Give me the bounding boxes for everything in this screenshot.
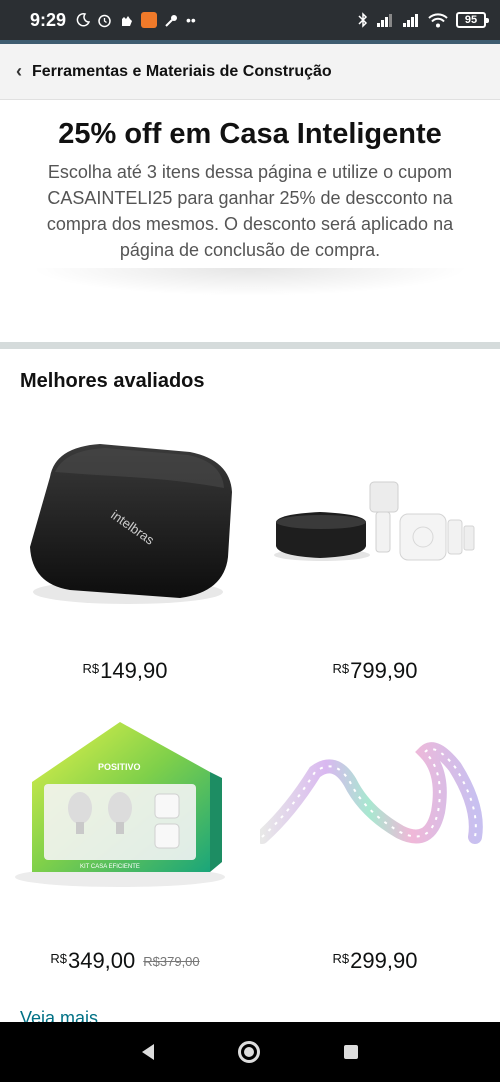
nav-home-icon[interactable]	[238, 1041, 260, 1063]
promo-title: 25% off em Casa Inteligente	[58, 118, 442, 150]
product-image[interactable]: POSITIVO KIT CASA EFICIENTE	[10, 712, 240, 922]
price-currency: R$	[332, 661, 350, 676]
promo-text: Escolha até 3 itens dessa página e utili…	[46, 162, 454, 260]
price-value: 799,90	[350, 658, 418, 683]
product-card[interactable]: POSITIVO KIT CASA EFICIENTE R$ 349,00 R$…	[0, 712, 250, 1002]
product-card[interactable]: R$ 299,90	[250, 712, 500, 1002]
product-card[interactable]: intelbras R$ 149,90	[0, 422, 250, 712]
nav-back-icon[interactable]	[142, 1044, 154, 1060]
category-header[interactable]: ‹ Ferramentas e Materiais de Construção	[0, 44, 500, 100]
product-image[interactable]	[260, 712, 490, 922]
chevron-left-icon[interactable]: ‹	[16, 61, 22, 82]
key-icon	[165, 14, 178, 27]
section-divider	[0, 342, 500, 349]
product-kit-text: KIT CASA EFICIENTE	[80, 864, 140, 870]
product-image[interactable]: intelbras	[10, 422, 240, 632]
signal-icon	[403, 14, 418, 27]
price-row: R$ 299,90	[250, 948, 500, 974]
status-bar: 9:29 •• 95	[0, 0, 500, 40]
hand-icon	[122, 15, 133, 26]
price-currency: R$	[332, 951, 350, 966]
status-left-icons: ••	[76, 12, 196, 28]
signal-icon	[377, 14, 392, 27]
price-currency: R$	[82, 661, 100, 676]
price-row: R$ 799,90	[250, 658, 500, 684]
price-value: 149,90	[100, 658, 168, 683]
promo-shadow	[30, 268, 470, 296]
nav-recent-apps-icon[interactable]	[344, 1045, 358, 1059]
battery-icon: 95	[456, 12, 489, 28]
more-dots-icon: ••	[186, 12, 196, 28]
product-card[interactable]: R$ 799,90	[250, 422, 500, 712]
status-right-icons: 95	[358, 12, 489, 28]
alarm-icon	[98, 14, 111, 27]
app-badge-icon	[141, 12, 158, 28]
category-title: Ferramentas e Materiais de Construção	[32, 62, 332, 80]
promo-banner: 25% off em Casa Inteligente Escolha até …	[0, 100, 500, 342]
price-value: 349,00	[67, 948, 136, 973]
price-currency: R$	[50, 951, 67, 966]
bluetooth-icon	[358, 12, 368, 28]
product-image[interactable]	[260, 422, 490, 632]
product-brand-text: POSITIVO	[98, 762, 141, 772]
status-time: 9:29	[30, 9, 67, 30]
price-value: 299,90	[350, 948, 418, 973]
battery-level: 95	[464, 14, 478, 26]
price-row: R$ 149,90	[0, 658, 250, 684]
moon-icon	[76, 13, 91, 27]
old-price: R$379,00	[143, 954, 200, 969]
price-row: R$ 349,00 R$379,00	[0, 948, 250, 974]
wifi-icon	[428, 12, 448, 27]
section-title: Melhores avaliados	[20, 370, 205, 392]
android-nav-bar	[0, 1022, 500, 1082]
